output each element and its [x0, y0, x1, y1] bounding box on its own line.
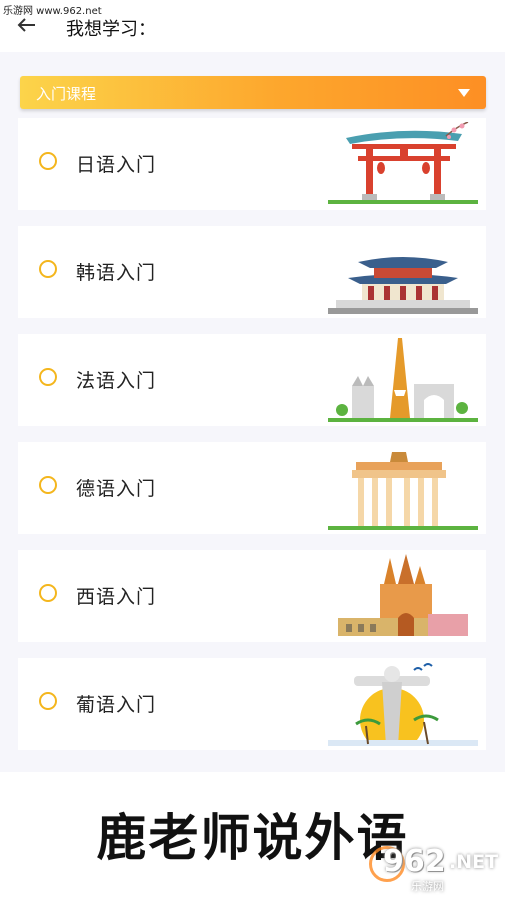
brand-name: 乐游网	[411, 880, 444, 893]
course-label: 日语入门	[76, 154, 157, 176]
course-card-korean[interactable]: 韩语入门	[18, 226, 486, 318]
torii-gate-illustration	[328, 122, 478, 204]
course-level-dropdown[interactable]: 入门课程	[20, 76, 486, 109]
top-app-bar: 乐游网 www.962.net 我想学习：	[0, 0, 505, 52]
korean-palace-illustration	[328, 257, 478, 314]
promo-banner: 鹿老师说外语 962 .NET 乐游网	[0, 772, 505, 900]
course-card-german[interactable]: 德语入门	[18, 442, 486, 534]
caret-down-icon	[458, 89, 470, 97]
course-label: 韩语入门	[76, 262, 157, 284]
course-card-portuguese[interactable]: 葡语入门	[18, 658, 486, 750]
radio-button[interactable]	[39, 368, 57, 386]
dropdown-selected-value: 入门课程	[36, 85, 97, 103]
course-label: 法语入门	[76, 370, 157, 392]
course-list-area: 入门课程 日语入门 韩语入门 法语入门 德语入门 西语入门 葡语入门	[0, 52, 505, 772]
page-title: 我想学习：	[66, 19, 156, 40]
radio-button[interactable]	[39, 476, 57, 494]
course-card-spanish[interactable]: 西语入门	[18, 550, 486, 642]
brand-watermark: 962 .NET 乐游网	[365, 842, 499, 894]
brandenburg-gate-illustration	[328, 452, 478, 530]
christ-redeemer-illustration	[328, 663, 478, 746]
course-card-japanese[interactable]: 日语入门	[18, 118, 486, 210]
radio-button[interactable]	[39, 584, 57, 602]
course-card-french[interactable]: 法语入门	[18, 334, 486, 426]
radio-button[interactable]	[39, 260, 57, 278]
brand-number: 962	[383, 844, 446, 879]
course-label: 德语入门	[76, 478, 157, 500]
sagrada-familia-illustration	[338, 554, 468, 636]
radio-button[interactable]	[39, 692, 57, 710]
course-label: 葡语入门	[76, 694, 157, 716]
radio-button[interactable]	[39, 152, 57, 170]
brand-suffix: .NET	[449, 851, 499, 873]
course-label: 西语入门	[76, 586, 157, 608]
eiffel-tower-illustration	[328, 338, 478, 422]
back-arrow-icon[interactable]	[14, 12, 40, 38]
